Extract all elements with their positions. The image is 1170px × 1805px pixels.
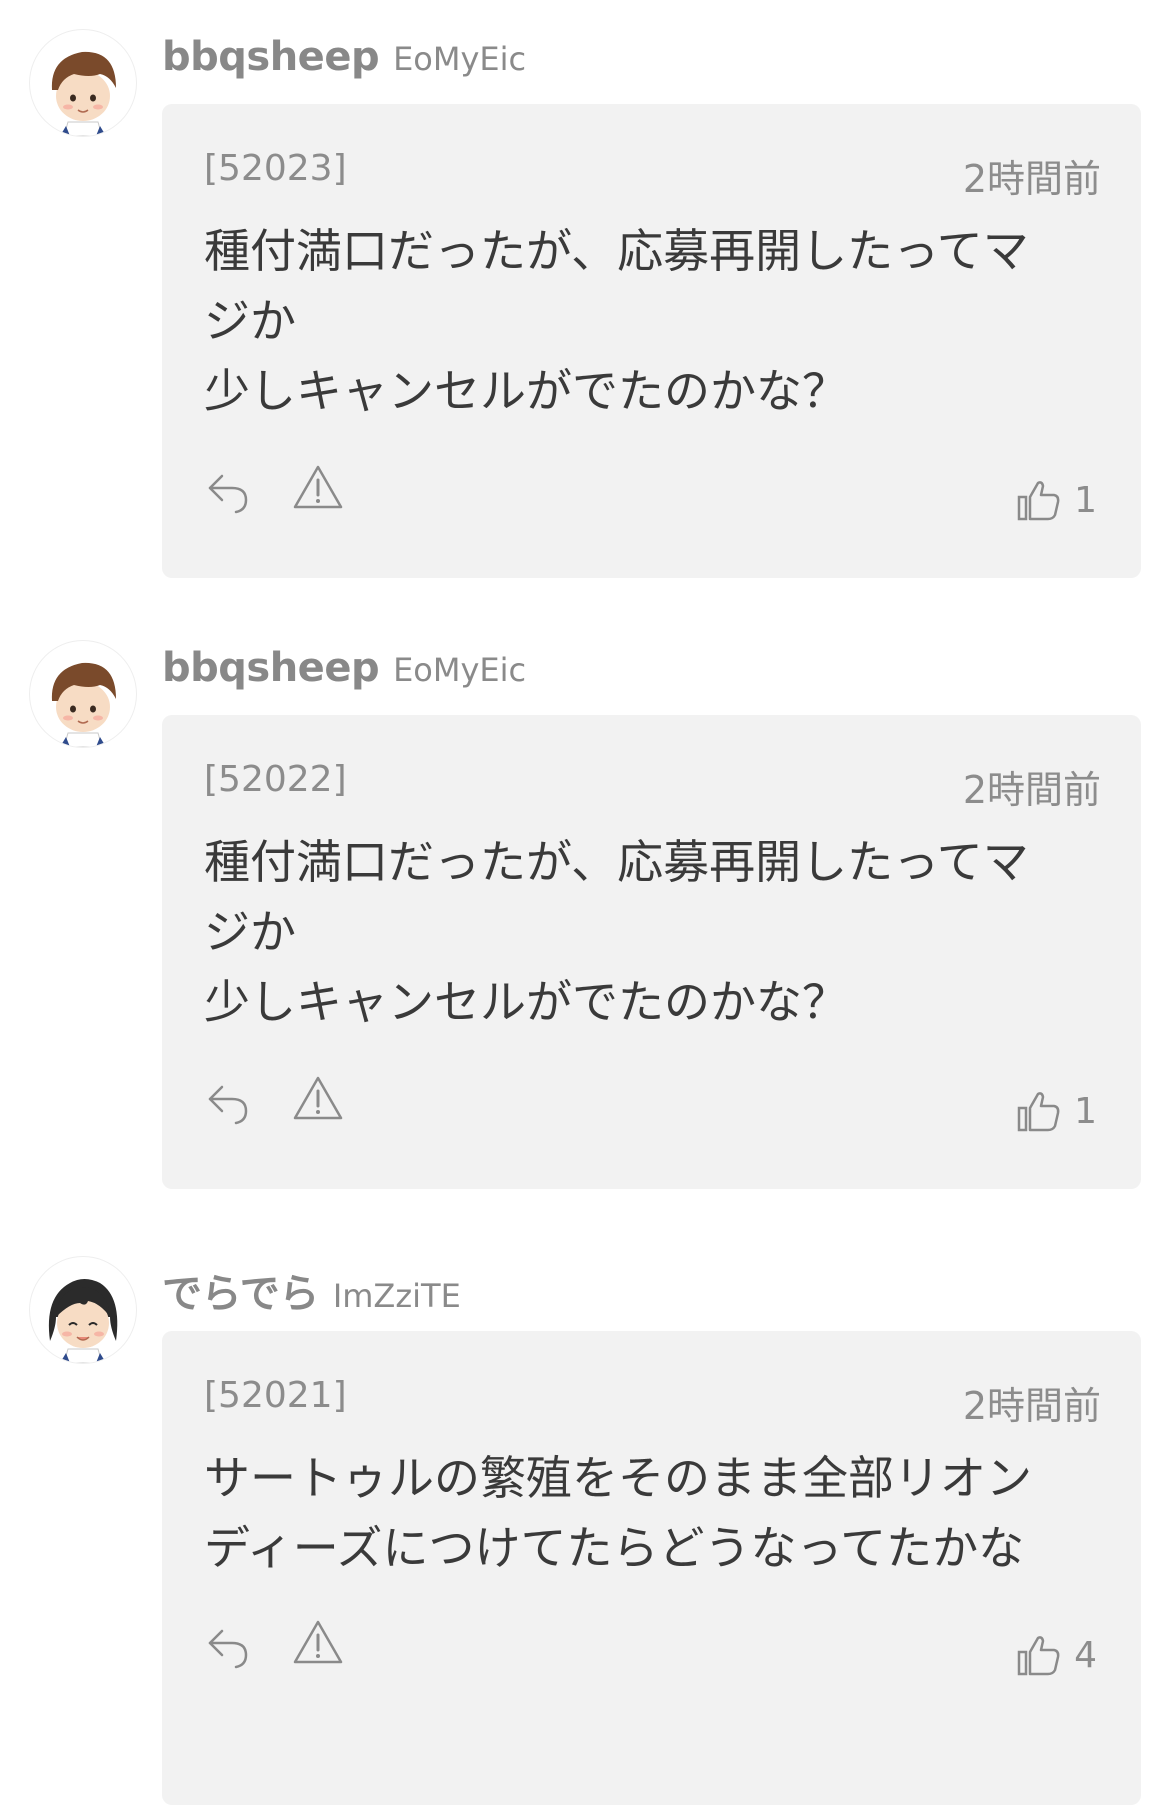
user-line: でらでら ImZziTE bbox=[162, 1261, 461, 1319]
boy-avatar-icon[interactable] bbox=[30, 641, 136, 747]
post-body: サートゥルの繁殖をそのまま全部リオン ディーズにつけてたらどうなってたかな bbox=[204, 1443, 1104, 1583]
user-id: ImZziTE bbox=[332, 1277, 461, 1315]
post-body-line: ジか bbox=[204, 294, 296, 348]
comment-card: [52021] 2時間前 サートゥルの繁殖をそのまま全部リオン ディーズにつけて… bbox=[162, 1331, 1141, 1805]
comment-card: [52023] 2時間前 種付満口だったが、応募再開したってマ ジか 少しキャン… bbox=[162, 104, 1141, 578]
post-body-line: 少しキャンセルがでたのかな？ bbox=[204, 364, 848, 418]
user-name[interactable]: bbqsheep bbox=[162, 34, 380, 80]
like-count: 4 bbox=[1074, 1634, 1097, 1676]
post-body-line: ジか bbox=[204, 905, 296, 959]
post-body: 種付満口だったが、応募再開したってマ ジか 少しキャンセルがでたのかな？ bbox=[204, 216, 1104, 426]
reply-icon[interactable] bbox=[204, 1077, 252, 1125]
warning-icon[interactable] bbox=[292, 1619, 344, 1665]
post-body-line: 種付満口だったが、応募再開したってマ bbox=[204, 224, 1029, 278]
user-line: bbqsheep EoMyEic bbox=[162, 34, 526, 80]
user-name[interactable]: bbqsheep bbox=[162, 645, 380, 691]
like-button[interactable]: 1 bbox=[1016, 1087, 1097, 1135]
user-id: EoMyEic bbox=[393, 651, 527, 689]
post-number[interactable]: [52021] bbox=[204, 1375, 347, 1416]
girl-avatar-icon[interactable] bbox=[30, 1257, 136, 1363]
user-line: bbqsheep EoMyEic bbox=[162, 645, 526, 691]
post-body-line: 種付満口だったが、応募再開したってマ bbox=[204, 835, 1029, 889]
warning-icon[interactable] bbox=[292, 1075, 344, 1121]
post-time: 2時間前 bbox=[962, 157, 1101, 201]
reply-icon[interactable] bbox=[204, 1621, 252, 1669]
post-time: 2時間前 bbox=[962, 768, 1101, 812]
like-count: 1 bbox=[1074, 1090, 1097, 1132]
post-number[interactable]: [52023] bbox=[204, 148, 347, 189]
thumbs-up-icon bbox=[1017, 1636, 1060, 1676]
user-name[interactable]: でらでら bbox=[162, 1271, 319, 1317]
thumbs-up-icon bbox=[1017, 481, 1060, 521]
post-body-line: サートゥルの繁殖をそのまま全部リオン bbox=[204, 1451, 1032, 1505]
post-body-line: 少しキャンセルがでたのかな？ bbox=[204, 975, 848, 1029]
warning-icon[interactable] bbox=[292, 464, 344, 510]
like-button[interactable]: 4 bbox=[1016, 1631, 1097, 1679]
like-count: 1 bbox=[1074, 479, 1097, 521]
reply-icon[interactable] bbox=[204, 466, 252, 514]
comment-card: [52022] 2時間前 種付満口だったが、応募再開したってマ ジか 少しキャン… bbox=[162, 715, 1141, 1189]
thumbs-up-icon bbox=[1017, 1092, 1060, 1132]
post-body-line: ディーズにつけてたらどうなってたかな bbox=[204, 1521, 1025, 1575]
boy-avatar-icon[interactable] bbox=[30, 30, 136, 136]
post-body: 種付満口だったが、応募再開したってマ ジか 少しキャンセルがでたのかな？ bbox=[204, 827, 1104, 1037]
post-number[interactable]: [52022] bbox=[204, 759, 347, 800]
user-id: EoMyEic bbox=[393, 40, 527, 78]
like-button[interactable]: 1 bbox=[1016, 476, 1097, 524]
post-time: 2時間前 bbox=[962, 1384, 1101, 1428]
